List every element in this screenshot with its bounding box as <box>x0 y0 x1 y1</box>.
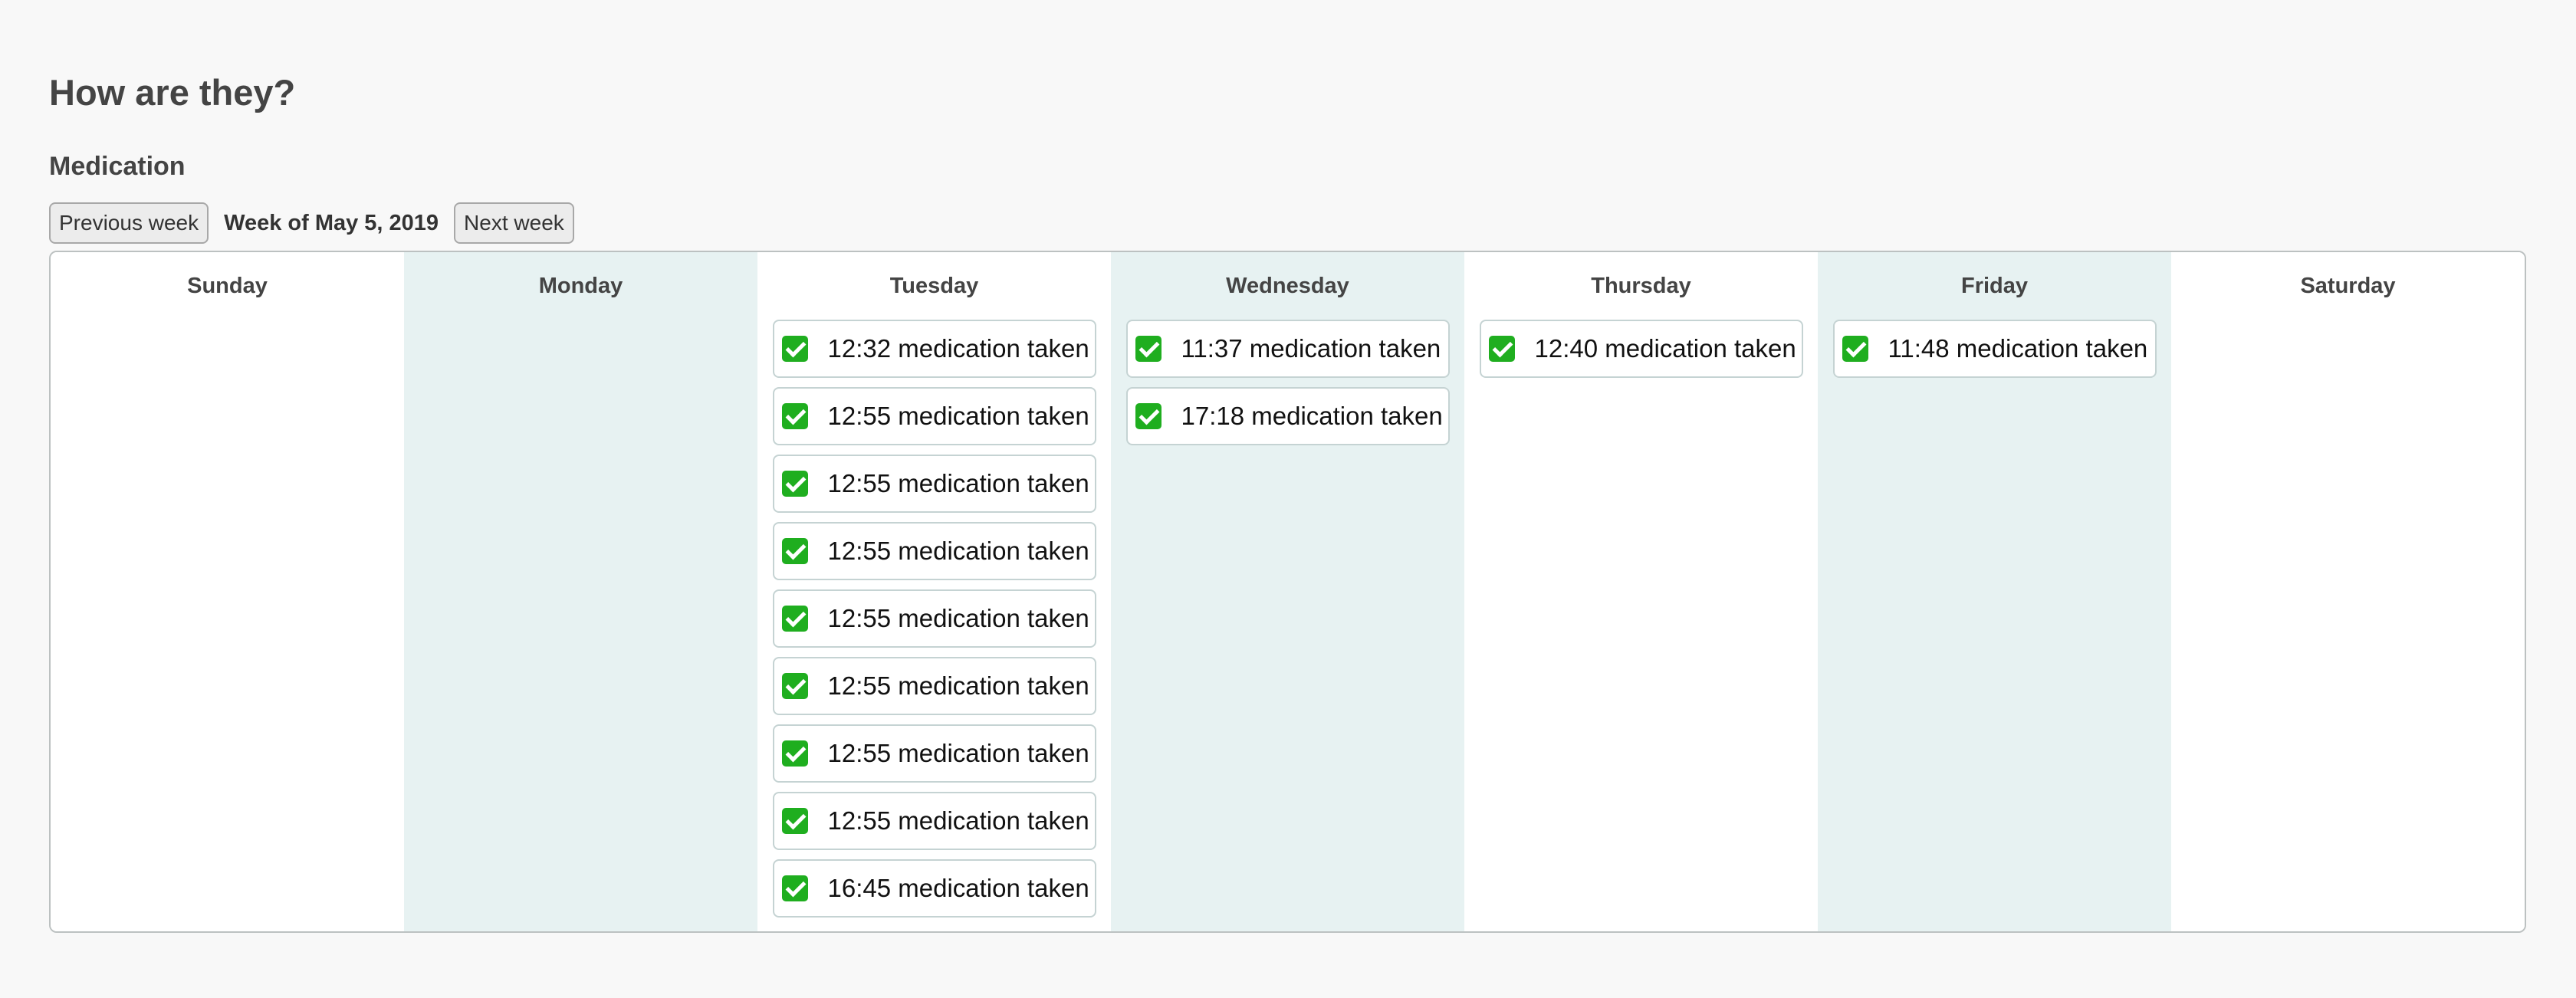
medication-entry-text: 11:48 medication taken <box>1888 334 2148 363</box>
week-navigation: Previous week Week of May 5, 2019 Next w… <box>49 202 574 244</box>
day-column-thursday: Thursday 12:40 medication taken <box>1464 252 1818 931</box>
day-column-tuesday: Tuesday 12:32 medication taken 12:55 med… <box>757 252 1111 931</box>
day-column-saturday: Saturday <box>2171 252 2525 931</box>
week-calendar: Sunday Monday Tuesday 12:32 medication t… <box>49 251 2526 933</box>
medication-entry[interactable]: 17:18 medication taken <box>1125 387 1450 445</box>
check-icon <box>781 875 808 901</box>
medication-entry-text: 12:55 medication taken <box>827 402 1089 430</box>
medication-entry[interactable]: 11:37 medication taken <box>1125 320 1450 378</box>
check-icon <box>1842 336 1868 362</box>
medication-entry-text: 12:55 medication taken <box>827 604 1089 632</box>
check-icon <box>781 606 808 632</box>
next-week-button[interactable]: Next week <box>454 202 574 244</box>
day-name: Wednesday <box>1226 274 1349 298</box>
medication-entry-text: 17:18 medication taken <box>1181 402 1443 430</box>
page: How are they? Medication Previous week W… <box>0 0 2576 998</box>
medication-entry-text: 12:40 medication taken <box>1534 334 1796 363</box>
medication-entry-text: 12:55 medication taken <box>827 469 1089 497</box>
medication-entry[interactable]: 12:55 medication taken <box>772 522 1096 580</box>
medication-entry-text: 12:55 medication taken <box>827 537 1089 565</box>
day-name: Thursday <box>1591 274 1691 298</box>
medication-entry[interactable]: 11:48 medication taken <box>1832 320 2157 378</box>
medication-entry[interactable]: 12:32 medication taken <box>772 320 1096 378</box>
page-title: How are they? <box>49 72 296 113</box>
medication-entry-text: 12:32 medication taken <box>827 334 1089 363</box>
day-name: Tuesday <box>889 274 979 298</box>
check-icon <box>1135 336 1162 362</box>
medication-entry-text: 16:45 medication taken <box>827 874 1089 902</box>
medication-entry-text: 11:37 medication taken <box>1181 334 1441 363</box>
day-name: Saturday <box>2300 274 2396 298</box>
medication-entry[interactable]: 12:55 medication taken <box>772 724 1096 783</box>
check-icon <box>1135 403 1162 429</box>
check-icon <box>781 538 808 564</box>
medication-entry[interactable]: 12:55 medication taken <box>772 455 1096 513</box>
week-label: Week of May 5, 2019 <box>224 210 439 235</box>
day-column-wednesday: Wednesday 11:37 medication taken 17:18 m… <box>1111 252 1464 931</box>
medication-entry-text: 12:55 medication taken <box>827 739 1089 767</box>
day-entries: 11:37 medication taken 17:18 medication … <box>1125 320 1450 455</box>
previous-week-button[interactable]: Previous week <box>49 202 209 244</box>
section-title: Medication <box>49 152 186 181</box>
check-icon <box>781 673 808 699</box>
day-entries: 12:40 medication taken <box>1479 320 1803 387</box>
medication-entry[interactable]: 12:40 medication taken <box>1479 320 1803 378</box>
day-name: Sunday <box>187 274 268 298</box>
medication-entry[interactable]: 12:55 medication taken <box>772 792 1096 850</box>
check-icon <box>781 471 808 497</box>
check-icon <box>781 808 808 834</box>
check-icon <box>781 403 808 429</box>
day-name: Friday <box>1960 274 2029 298</box>
day-column-sunday: Sunday <box>51 252 404 931</box>
check-icon <box>781 336 808 362</box>
day-entries: 12:32 medication taken 12:55 medication … <box>772 320 1096 927</box>
day-column-friday: Friday 11:48 medication taken <box>1818 252 2171 931</box>
day-name: Monday <box>538 274 623 298</box>
check-icon <box>781 740 808 767</box>
day-column-monday: Monday <box>404 252 757 931</box>
day-entries: 11:48 medication taken <box>1832 320 2157 387</box>
medication-entry-text: 12:55 medication taken <box>827 671 1089 700</box>
medication-entry[interactable]: 12:55 medication taken <box>772 589 1096 648</box>
medication-entry[interactable]: 12:55 medication taken <box>772 657 1096 715</box>
medication-entry-text: 12:55 medication taken <box>827 806 1089 835</box>
check-icon <box>1488 336 1515 362</box>
medication-entry[interactable]: 12:55 medication taken <box>772 387 1096 445</box>
medication-entry[interactable]: 16:45 medication taken <box>772 859 1096 918</box>
